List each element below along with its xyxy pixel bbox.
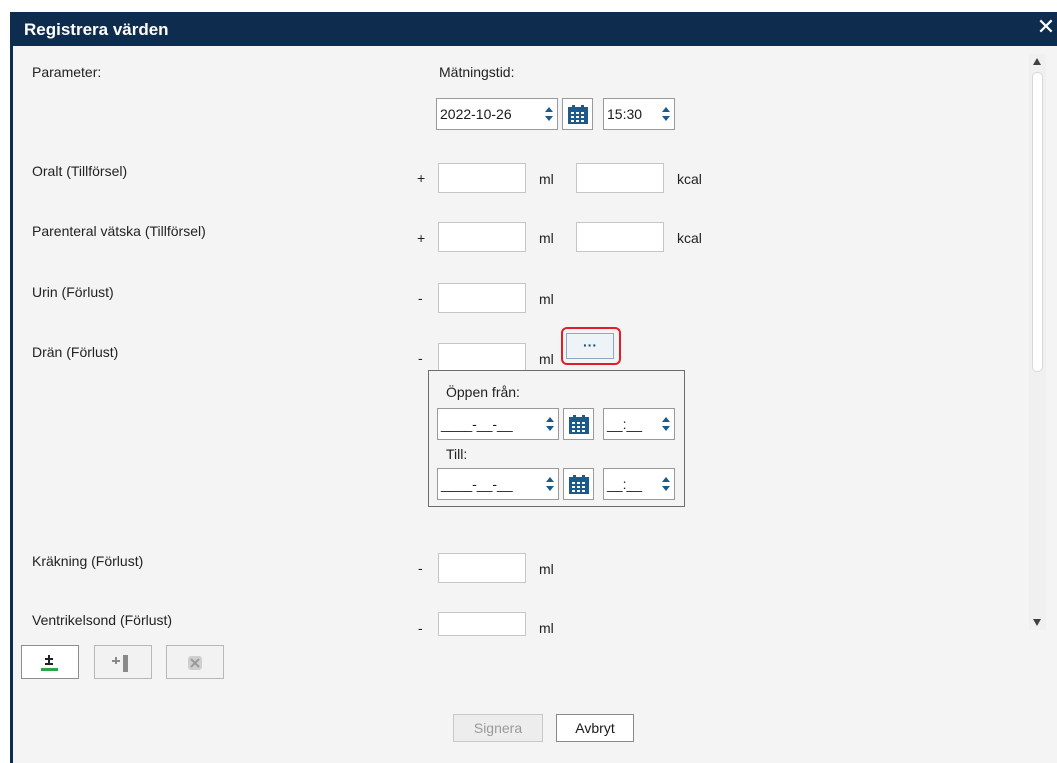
measurement-calendar-button[interactable] [562,98,593,130]
ventrikelsond-ml-input[interactable] [438,612,526,636]
time-spinner-icon[interactable] [662,417,670,431]
row-sign-krakning: - [418,560,423,576]
dialog-title: Registrera värden [24,20,169,39]
ventrikelsond-ml-unit: ml [539,620,554,636]
row-label-oralt: Oralt (Tillförsel) [32,163,128,179]
parenteral-ml-unit: ml [539,230,554,246]
add-column-button[interactable] [94,645,152,679]
add-row-button[interactable] [21,645,79,679]
add-column-icon [112,655,128,672]
krakning-ml-input[interactable] [438,553,526,583]
oralt-ml-unit: ml [539,171,554,187]
row-label-urin: Urin (Förlust) [32,284,114,300]
to-time-field[interactable]: __:__ [603,468,675,500]
krakning-ml-unit: ml [539,561,554,577]
to-label: Till: [446,446,468,462]
row-sign-dran: - [418,350,423,366]
cancel-button[interactable]: Avbryt [556,714,634,742]
scroll-thumb[interactable] [1032,72,1043,372]
row-sign-oralt: + [417,170,426,186]
open-from-date-placeholder: ____-__-__ [441,416,513,432]
remove-button[interactable] [166,645,224,679]
parameter-label: Parameter: [32,64,102,80]
parenteral-kcal-input[interactable] [576,222,664,252]
measurement-time-label: Mätningstid: [439,64,515,80]
open-from-label: Öppen från: [446,384,520,400]
time-spinner-icon[interactable] [662,477,670,491]
scroll-down-icon[interactable] [1033,619,1041,626]
parenteral-kcal-unit: kcal [677,230,702,246]
dran-ml-unit: ml [539,351,554,367]
scroll-up-icon[interactable] [1033,58,1041,65]
measurement-time-field[interactable]: 15:30 [603,98,675,130]
date-spinner-icon[interactable] [546,477,554,491]
row-sign-ventrikelsond: - [418,620,423,636]
oralt-kcal-unit: kcal [677,171,702,187]
row-sign-urin: - [418,290,423,306]
calendar-icon [569,415,589,434]
date-spinner-icon[interactable] [545,107,553,121]
time-spinner-icon[interactable] [662,107,670,121]
to-time-placeholder: __:__ [607,476,643,492]
title-bar: Registrera värden ✕ [13,12,1057,46]
urin-ml-input[interactable] [438,283,526,313]
open-from-time-field[interactable]: __:__ [603,408,675,440]
measurement-time-value: 15:30 [607,106,643,122]
row-label-parenteral: Parenteral vätska (Tillförsel) [32,223,206,239]
row-sign-parenteral: + [417,230,426,246]
open-from-calendar-button[interactable] [563,408,594,440]
vertical-scrollbar[interactable] [1029,54,1046,630]
sign-button[interactable]: Signera [453,714,543,742]
oralt-ml-input[interactable] [438,163,526,193]
to-date-field[interactable]: ____-__-__ [437,468,559,500]
calendar-icon [569,475,589,494]
plus-minus-icon [41,655,58,671]
calendar-icon [568,105,588,124]
to-date-placeholder: ____-__-__ [441,476,513,492]
parenteral-ml-input[interactable] [438,222,526,252]
remove-icon [188,656,202,670]
measurement-date-value: 2022-10-26 [440,106,512,122]
row-label-dran: Drän (Förlust) [32,344,119,360]
to-calendar-button[interactable] [563,468,594,500]
close-icon[interactable]: ✕ [1034,16,1057,40]
open-from-date-field[interactable]: ____-__-__ [437,408,559,440]
dran-more-button[interactable]: ··· [566,333,614,359]
row-label-krakning: Kräkning (Förlust) [32,553,144,569]
urin-ml-unit: ml [539,291,554,307]
measurement-date-field[interactable]: 2022-10-26 [436,98,558,130]
oralt-kcal-input[interactable] [576,163,664,193]
date-spinner-icon[interactable] [546,417,554,431]
open-from-time-placeholder: __:__ [607,416,643,432]
dran-ml-input[interactable] [438,343,526,373]
row-label-ventrikelsond: Ventrikelsond (Förlust) [32,612,173,628]
